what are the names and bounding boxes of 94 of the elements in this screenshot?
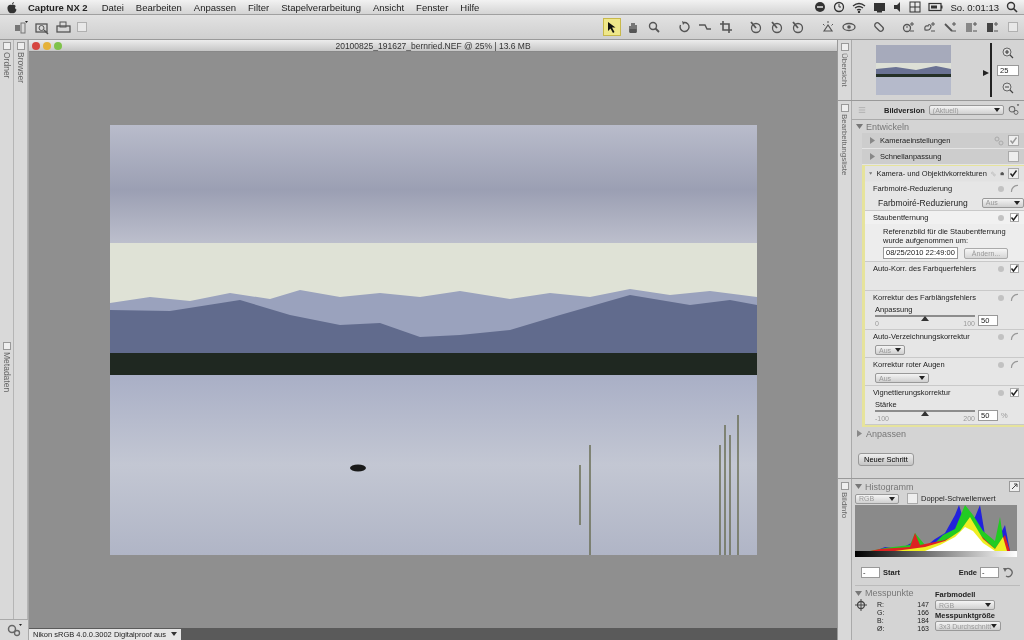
visibility-dot-icon[interactable]	[997, 293, 1005, 302]
radio-icon[interactable]	[1010, 332, 1019, 341]
side-panel-tab[interactable]: Browser	[15, 42, 26, 84]
checkbox[interactable]	[1008, 168, 1019, 179]
menu-item[interactable]: Anpassen	[187, 1, 243, 13]
hand-icon	[626, 20, 640, 34]
field-label: Farbmoiré-Reduzierung	[878, 197, 968, 208]
resize-grip[interactable]	[1008, 22, 1018, 32]
visibility-dot-icon[interactable]	[997, 213, 1005, 222]
brush-icon	[770, 20, 784, 34]
caret-icon	[919, 376, 925, 380]
camera-icon	[999, 169, 1004, 178]
line-icon	[944, 20, 958, 34]
visibility-dot-icon[interactable]	[997, 332, 1005, 341]
wifi-icon[interactable]	[852, 1, 867, 13]
menu-item[interactable]: Fenster	[410, 1, 455, 13]
slider-thumb[interactable]	[921, 316, 929, 321]
visibility-dot-icon[interactable]	[997, 360, 1005, 369]
sun-icon	[821, 20, 835, 34]
arrow-tool-tool[interactable]	[603, 18, 621, 36]
side-panel-tab[interactable]: Ordner	[1, 42, 12, 79]
window-title: 20100825_191627_bernried.NEF @ 25% | 13.6 MB	[335, 40, 531, 51]
radio-icon[interactable]	[1010, 184, 1019, 193]
visibility-dot-icon[interactable]	[997, 264, 1005, 273]
caret-icon	[1014, 200, 1020, 205]
crop-tool[interactable]	[717, 18, 735, 36]
menu-item[interactable]: Filter	[242, 1, 276, 13]
expander-icon[interactable]	[856, 123, 863, 130]
caret-icon	[991, 624, 997, 628]
apple-icon	[6, 0, 18, 14]
check-icon[interactable]	[1010, 264, 1019, 273]
app-name[interactable]: Capture NX 2	[18, 1, 96, 13]
eye-icon	[842, 20, 856, 34]
menu-item[interactable]: Bearbeiten	[129, 1, 188, 13]
expander-icon[interactable]	[869, 170, 873, 177]
expander-icon[interactable]	[855, 483, 862, 490]
lasso-icon	[923, 20, 937, 34]
caret-icon	[895, 348, 901, 352]
layout-icon[interactable]	[14, 20, 29, 34]
radio-icon[interactable]	[1010, 293, 1019, 302]
checkbox[interactable]	[1008, 151, 1019, 162]
status-icon[interactable]	[814, 1, 827, 13]
gradient-icon	[965, 20, 979, 34]
search-icon[interactable]	[1006, 1, 1018, 13]
side-panel-tab[interactable]: Bildinfo	[840, 482, 849, 519]
visibility-dot-icon[interactable]	[997, 388, 1005, 397]
menu-item[interactable]: Ansicht	[366, 1, 411, 13]
resize-grip[interactable]	[77, 22, 87, 32]
brush-icon	[791, 20, 805, 34]
zoom-slider-thumb[interactable]	[983, 69, 989, 76]
crop-icon	[719, 20, 733, 34]
expander-icon[interactable]	[869, 153, 876, 160]
speaker-icon[interactable]	[893, 1, 903, 13]
bandage-icon	[872, 20, 886, 34]
reset-icon[interactable]	[1002, 566, 1014, 578]
expander-icon[interactable]	[855, 589, 862, 597]
menu-item[interactable]: Stapelverarbeitung	[275, 1, 367, 13]
brush-icon	[749, 20, 763, 34]
checkbox[interactable]	[907, 493, 918, 504]
steps-icon	[858, 105, 866, 115]
menu-extra-icon[interactable]	[909, 1, 922, 13]
expander-icon[interactable]	[856, 430, 863, 437]
fill-icon	[986, 20, 1000, 34]
check-icon[interactable]	[1010, 388, 1019, 397]
menubar-clock[interactable]: So. 0:01:13	[950, 1, 999, 13]
battery-icon[interactable]	[928, 1, 944, 13]
rotate-icon	[677, 20, 691, 34]
radio-icon[interactable]	[1010, 360, 1019, 369]
printer-icon[interactable]	[56, 20, 71, 34]
gears-icon[interactable]	[5, 623, 23, 637]
close-button[interactable]	[32, 41, 40, 50]
menu-item[interactable]: Datei	[95, 1, 130, 13]
control-point-icon	[902, 20, 916, 34]
slider-thumb[interactable]	[921, 411, 929, 416]
caret-icon	[994, 108, 1000, 112]
side-panel-tab[interactable]: Bearbeitungsliste	[840, 104, 849, 176]
caret-icon	[889, 496, 895, 501]
expander-icon[interactable]	[869, 137, 876, 144]
visibility-dot-icon[interactable]	[997, 184, 1005, 193]
zoom-out-icon[interactable]	[1002, 81, 1014, 94]
menu-item[interactable]: Hilfe	[454, 1, 486, 13]
crosshair-icon[interactable]	[855, 599, 867, 611]
caret-icon	[985, 603, 991, 607]
clock-icon[interactable]	[833, 1, 846, 13]
export-icon[interactable]	[1009, 481, 1020, 492]
overview-thumbnail-drawing[interactable]	[876, 45, 951, 95]
check-icon[interactable]	[1010, 213, 1019, 222]
gears-icon[interactable]	[1008, 103, 1020, 117]
display-icon[interactable]	[873, 1, 887, 13]
checkbox[interactable]	[1008, 135, 1019, 146]
caret-icon	[171, 632, 177, 636]
side-panel-tab[interactable]: Metadaten	[1, 342, 12, 393]
zoom-in-icon[interactable]	[1002, 46, 1014, 59]
zoom-icon	[647, 20, 661, 34]
